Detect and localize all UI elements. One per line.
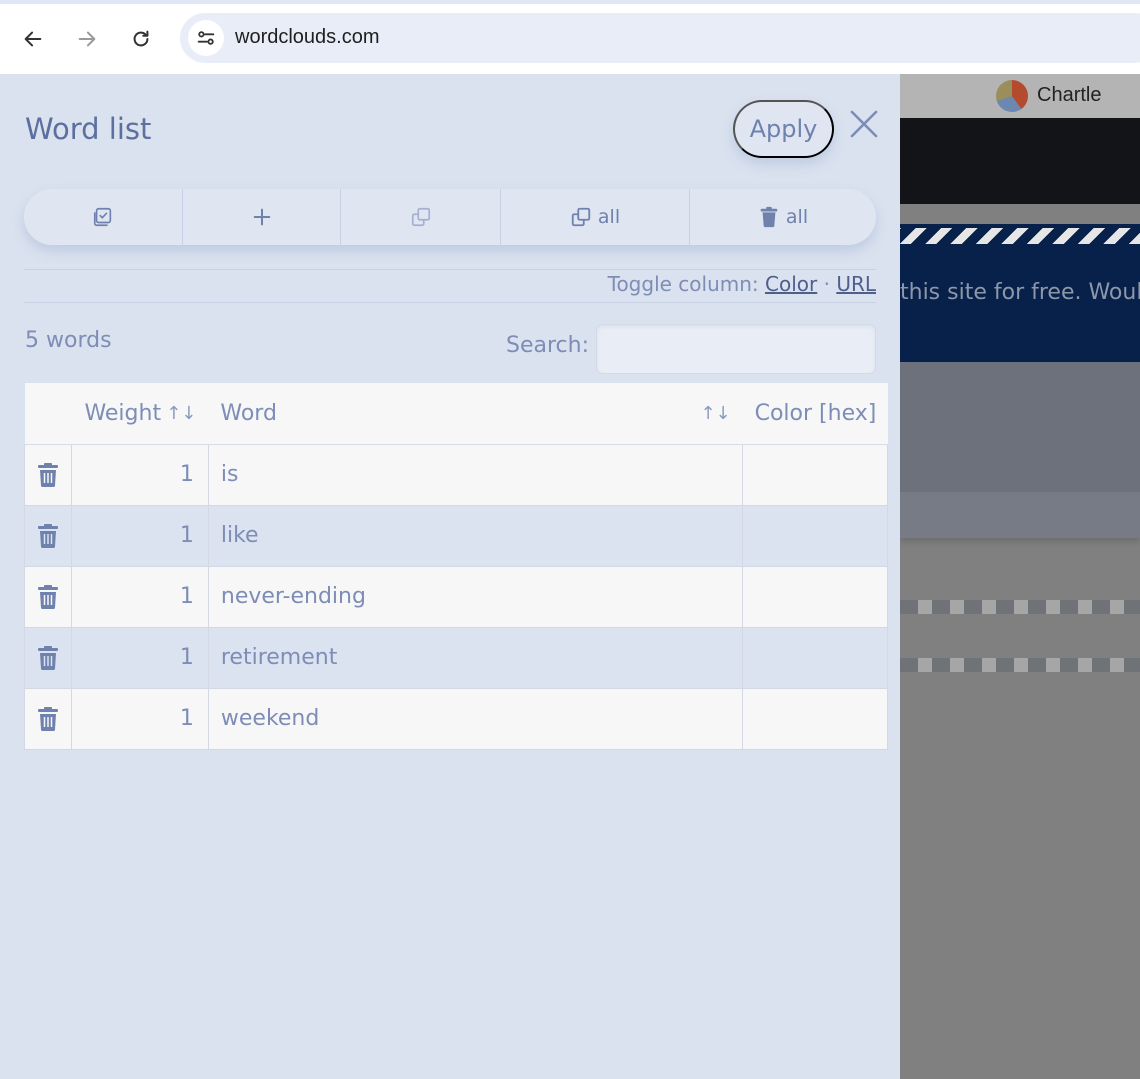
close-button[interactable]	[848, 108, 880, 140]
background-stripes	[900, 228, 1140, 244]
trash-icon	[37, 463, 58, 487]
background-brand: Chartle	[1037, 84, 1102, 106]
browser-toolbar: wordclouds.com	[0, 0, 1140, 74]
search-label: Search:	[506, 333, 589, 358]
panel-title: Word list	[25, 112, 152, 146]
forward-button[interactable]	[70, 22, 104, 56]
toggle-url-link[interactable]: URL	[836, 272, 876, 296]
toggle-column-label: Toggle column:	[607, 272, 759, 296]
copy-selected-button[interactable]	[341, 189, 501, 245]
color-column-header[interactable]: Color [hex]	[742, 383, 888, 445]
color-cell[interactable]	[742, 687, 888, 750]
copy-icon	[411, 207, 430, 227]
delete-all-button[interactable]: all	[690, 189, 876, 245]
delete-all-label: all	[785, 206, 809, 228]
table-row: 1 retirement	[24, 626, 888, 689]
weight-cell[interactable]: 1	[70, 626, 209, 689]
delete-column-header	[24, 383, 72, 445]
divider	[24, 269, 876, 270]
reload-button[interactable]	[124, 22, 158, 56]
search-input[interactable]	[596, 324, 876, 374]
word-list-panel: Word list Apply all all Toggle column: C…	[0, 74, 900, 1079]
site-info-button[interactable]	[188, 20, 224, 56]
tune-icon	[197, 31, 215, 45]
delete-row-button[interactable]	[24, 626, 72, 689]
word-cell[interactable]: like	[207, 504, 744, 567]
weight-cell[interactable]: 1	[70, 687, 209, 750]
delete-row-button[interactable]	[24, 565, 72, 628]
background-band	[900, 492, 1140, 538]
word-column-header[interactable]: Word ↑↓	[208, 383, 743, 445]
weight-cell[interactable]: 1	[70, 504, 209, 567]
weight-cell[interactable]: 1	[70, 565, 209, 628]
copy-all-button[interactable]: all	[501, 189, 690, 245]
trash-icon	[760, 206, 778, 228]
background-band	[900, 362, 1140, 492]
copy-icon	[571, 207, 591, 227]
chartle-logo-icon	[996, 80, 1028, 112]
arrow-right-icon	[78, 31, 96, 47]
word-cell[interactable]: retirement	[207, 626, 744, 689]
url-text[interactable]: wordclouds.com	[235, 26, 380, 49]
apply-button[interactable]: Apply	[733, 100, 834, 158]
word-header-label: Word	[220, 400, 277, 426]
background-page: Chartle this site for free. Woul	[900, 74, 1140, 1079]
trash-icon	[37, 707, 58, 731]
sort-icon: ↑↓	[166, 403, 197, 424]
background-dashes	[900, 600, 1140, 614]
background-banner-text: this site for free. Woul	[900, 280, 1140, 305]
toggle-separator: ·	[823, 272, 830, 296]
word-toolbar: all all	[24, 189, 876, 245]
trash-icon	[37, 646, 58, 670]
toggle-column-line: Toggle column: Color · URL	[608, 272, 876, 296]
weight-cell[interactable]: 1	[70, 443, 209, 506]
plus-icon	[253, 208, 270, 226]
close-icon	[850, 110, 878, 138]
divider	[24, 302, 876, 303]
sort-icon: ↑↓	[700, 403, 731, 424]
table-row: 1 like	[24, 504, 888, 567]
checkbox-stack-icon	[93, 207, 112, 227]
word-count: 5 words	[25, 328, 112, 353]
address-bar[interactable]: wordclouds.com	[180, 13, 1140, 63]
table-row: 1 is	[24, 443, 888, 506]
table-row: 1 weekend	[24, 687, 888, 750]
browser-top-strip	[0, 0, 1140, 4]
background-banner: this site for free. Woul	[900, 224, 1140, 362]
add-word-button[interactable]	[183, 189, 341, 245]
copy-all-label: all	[597, 206, 621, 228]
delete-row-button[interactable]	[24, 443, 72, 506]
background-dashes	[900, 658, 1140, 672]
table-row: 1 never-ending	[24, 565, 888, 628]
background-dark-band	[900, 118, 1140, 204]
delete-row-button[interactable]	[24, 687, 72, 750]
trash-icon	[37, 524, 58, 548]
color-cell[interactable]	[742, 626, 888, 689]
reload-icon	[133, 30, 149, 47]
color-cell[interactable]	[742, 504, 888, 567]
color-cell[interactable]	[742, 443, 888, 506]
word-cell[interactable]: is	[207, 443, 744, 506]
word-table: Weight ↑↓ Word ↑↓ Color [hex] 1 is 1 lik…	[24, 383, 888, 750]
table-header-row: Weight ↑↓ Word ↑↓ Color [hex]	[24, 383, 888, 445]
trash-icon	[37, 585, 58, 609]
weight-header-label: Weight	[84, 400, 162, 426]
select-all-button[interactable]	[24, 189, 183, 245]
color-cell[interactable]	[742, 565, 888, 628]
delete-row-button[interactable]	[24, 504, 72, 567]
toggle-color-link[interactable]: Color	[765, 272, 817, 296]
back-button[interactable]	[16, 22, 50, 56]
background-header: Chartle	[900, 74, 1140, 118]
arrow-left-icon	[24, 31, 42, 47]
word-cell[interactable]: never-ending	[207, 565, 744, 628]
weight-column-header[interactable]: Weight ↑↓	[71, 383, 209, 445]
color-header-label: Color [hex]	[754, 400, 877, 426]
word-cell[interactable]: weekend	[207, 687, 744, 750]
